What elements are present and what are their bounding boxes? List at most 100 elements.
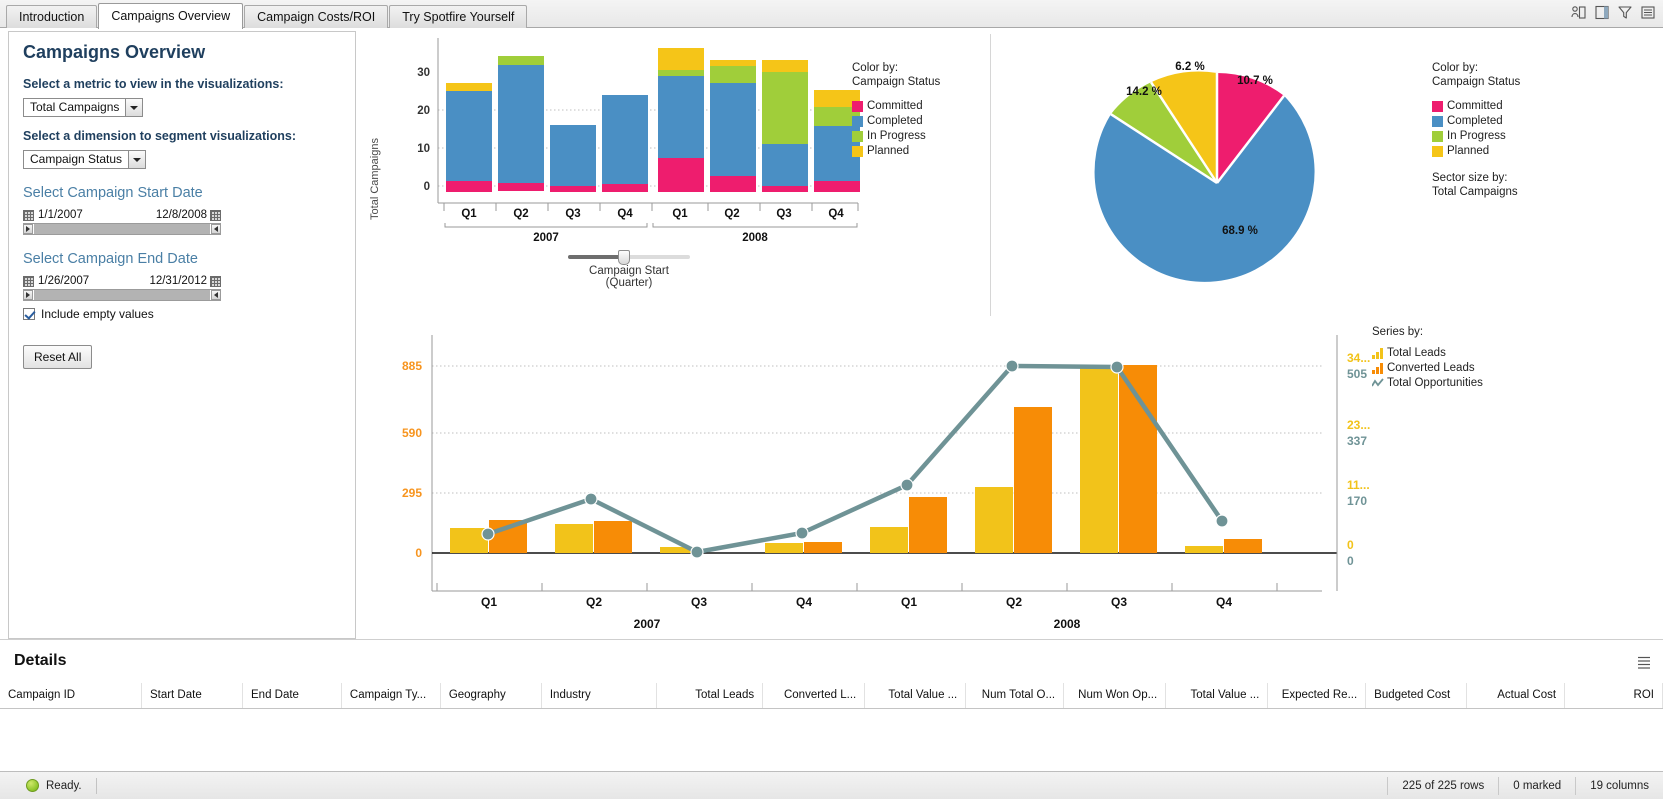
- legend-item-converted-leads[interactable]: Converted Leads: [1372, 361, 1572, 376]
- column-header-converted-leads[interactable]: Converted L...: [762, 683, 866, 709]
- start-date-handle-left[interactable]: [23, 224, 33, 234]
- svg-text:Q2: Q2: [586, 595, 602, 609]
- right-axis1-tick-2: 23...: [1347, 418, 1370, 432]
- legend-item-total-leads[interactable]: Total Leads: [1372, 346, 1572, 361]
- toolbar-icons: [1571, 5, 1655, 20]
- bar-converted-leads-2008-q2: [1014, 407, 1052, 553]
- list-icon[interactable]: [1641, 5, 1655, 20]
- legend-label: In Progress: [1447, 130, 1506, 142]
- list-menu-icon[interactable]: [1637, 656, 1651, 672]
- column-header-actual-cost[interactable]: Actual Cost: [1466, 683, 1566, 709]
- svg-text:Q2: Q2: [724, 208, 739, 220]
- bar-converted-leads-2008-q3: [1119, 365, 1157, 553]
- collaboration-icon[interactable]: [1571, 5, 1586, 20]
- right-axis2-tick-0: 0: [1347, 554, 1354, 568]
- column-header-num-total-opportunities[interactable]: Num Total O...: [965, 683, 1065, 709]
- calendar-icon[interactable]: [210, 275, 221, 287]
- combo-bars[interactable]: [450, 365, 1262, 553]
- slider-track-filled: [568, 255, 624, 259]
- right-axis2-tick-3: 505: [1347, 367, 1367, 381]
- column-header-num-won-opportunities[interactable]: Num Won Op...: [1063, 683, 1167, 709]
- include-empty-values-row[interactable]: Include empty values: [23, 307, 221, 321]
- bar-2008-q2[interactable]: [710, 60, 756, 192]
- bar-2008-q1[interactable]: [658, 48, 704, 192]
- bar-converted-leads-2007-q2: [594, 521, 632, 553]
- start-date-range-fill: [34, 224, 210, 234]
- bar-total-leads-2008-q3: [1080, 367, 1118, 553]
- legend-item-completed[interactable]: Completed: [852, 114, 987, 129]
- reset-all-button[interactable]: Reset All: [23, 345, 93, 369]
- column-header-expected-revenue[interactable]: Expected Re...: [1267, 683, 1367, 709]
- column-header-total-leads[interactable]: Total Leads: [656, 683, 764, 709]
- calendar-icon[interactable]: [23, 275, 34, 287]
- start-date-heading: Select Campaign Start Date: [23, 185, 203, 201]
- legend-item-in-progress[interactable]: In Progress: [852, 129, 987, 144]
- details-table[interactable]: Campaign ID Start Date End Date Campaign…: [0, 683, 1663, 709]
- svg-text:Q3: Q3: [1111, 595, 1127, 609]
- column-header-total-value-1[interactable]: Total Value ...: [864, 683, 967, 709]
- svg-text:10: 10: [417, 143, 430, 155]
- left-axis-tick-885: 885: [402, 359, 422, 373]
- slider-thumb[interactable]: [618, 250, 630, 265]
- legend-item-total-opportunities[interactable]: Total Opportunities: [1372, 376, 1572, 391]
- panel-icon[interactable]: [1595, 5, 1609, 20]
- tab-introduction[interactable]: Introduction: [6, 5, 98, 29]
- svg-text:Q4: Q4: [1216, 595, 1232, 609]
- column-header-campaign-id[interactable]: Campaign ID: [0, 683, 142, 709]
- end-date-from[interactable]: 1/26/2007: [38, 275, 89, 287]
- slider-label: Campaign Start (Quarter): [589, 265, 669, 289]
- bar-2007-q3[interactable]: [550, 125, 596, 192]
- legend-item-committed[interactable]: Committed: [852, 99, 987, 114]
- bar-2008-q3[interactable]: [762, 60, 808, 192]
- column-header-geography[interactable]: Geography: [440, 683, 542, 709]
- end-date-range-slider[interactable]: [23, 289, 221, 301]
- svg-text:Total Campaigns: Total Campaigns: [369, 138, 381, 220]
- campaign-start-quarter-slider[interactable]: Campaign Start (Quarter): [568, 250, 690, 289]
- tab-campaign-costs-roi[interactable]: Campaign Costs/ROI: [244, 5, 389, 29]
- start-date-handle-right[interactable]: [211, 224, 221, 234]
- end-date-handle-left[interactable]: [23, 290, 33, 300]
- column-header-total-value-2[interactable]: Total Value ...: [1165, 683, 1269, 709]
- pie-label-completed: 68.9 %: [1222, 225, 1258, 237]
- end-date-handle-right[interactable]: [211, 290, 221, 300]
- tab-try-spotfire-yourself[interactable]: Try Spotfire Yourself: [389, 5, 528, 29]
- workspace: Campaigns Overview Select a metric to vi…: [0, 28, 1663, 799]
- legend-color-by-label: Color by:: [1432, 62, 1479, 74]
- pie-chart[interactable]: 10.7 % 68.9 % 14.2 % 6.2 %: [992, 31, 1432, 319]
- column-header-campaign-type[interactable]: Campaign Ty...: [341, 683, 441, 709]
- legend-item-planned[interactable]: Planned: [1432, 144, 1612, 159]
- status-marked: 0 marked: [1498, 776, 1575, 795]
- filter-icon[interactable]: [1618, 5, 1632, 20]
- bar-2007-q1[interactable]: [446, 83, 492, 192]
- end-date-to[interactable]: 12/31/2012: [149, 275, 207, 287]
- controls-panel: Campaigns Overview Select a metric to vi…: [8, 31, 356, 639]
- start-date-range-slider[interactable]: [23, 223, 221, 235]
- bar-2007-q2[interactable]: [498, 56, 544, 191]
- include-empty-values-checkbox[interactable]: [23, 308, 35, 320]
- column-header-roi[interactable]: ROI: [1564, 683, 1663, 709]
- legend-item-completed[interactable]: Completed: [1432, 114, 1612, 129]
- column-header-start-date[interactable]: Start Date: [141, 683, 244, 709]
- calendar-icon[interactable]: [210, 209, 221, 221]
- status-indicator-icon: [26, 779, 39, 792]
- column-header-industry[interactable]: Industry: [541, 683, 657, 709]
- line-series-icon: [1372, 378, 1384, 389]
- start-date-to[interactable]: 12/8/2008: [156, 209, 207, 221]
- right-axis1-tick-0: 0: [1347, 538, 1354, 552]
- svg-text:2008: 2008: [742, 232, 768, 244]
- start-date-from[interactable]: 1/1/2007: [38, 209, 83, 221]
- page-title: Campaigns Overview: [23, 42, 206, 62]
- metric-dropdown[interactable]: Total Campaigns: [23, 98, 144, 117]
- column-header-budgeted-cost[interactable]: Budgeted Cost: [1365, 683, 1468, 709]
- column-header-end-date[interactable]: End Date: [242, 683, 342, 709]
- legend-item-planned[interactable]: Planned: [852, 144, 987, 159]
- bar-2007-q4[interactable]: [602, 95, 648, 192]
- tab-campaigns-overview[interactable]: Campaigns Overview: [98, 3, 244, 29]
- calendar-icon[interactable]: [23, 209, 34, 221]
- left-axis-tick-0: 0: [415, 546, 422, 560]
- legend-item-committed[interactable]: Committed: [1432, 99, 1612, 114]
- svg-text:Q3: Q3: [565, 208, 580, 220]
- status-divider: [95, 777, 97, 794]
- dimension-dropdown[interactable]: Campaign Status: [23, 150, 147, 169]
- legend-item-in-progress[interactable]: In Progress: [1432, 129, 1612, 144]
